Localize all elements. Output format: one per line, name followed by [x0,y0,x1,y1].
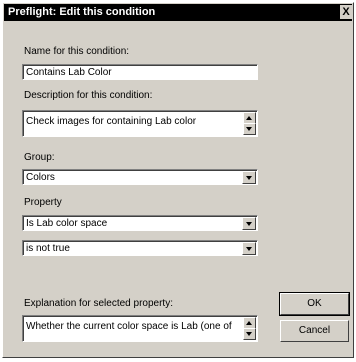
group-selected: Colors [26,172,55,183]
name-label: Name for this condition: [24,46,130,57]
name-field[interactable]: Contains Lab Color [22,64,258,80]
arrow-down-icon[interactable] [243,123,256,135]
chevron-down-icon[interactable] [242,171,256,184]
close-icon[interactable]: X [340,5,352,19]
dialog-title: Preflight: Edit this condition [8,6,156,18]
explanation-label: Explanation for selected property: [24,298,173,309]
description-scrollbar[interactable] [243,112,256,135]
property-selected: Is Lab color space [26,218,108,229]
explanation-field[interactable]: Whether the current color space is Lab (… [22,315,258,342]
cancel-button[interactable]: Cancel [280,320,349,342]
chevron-down-icon[interactable] [242,217,256,230]
explanation-value: Whether the current color space is Lab (… [26,321,232,332]
ok-button[interactable]: OK [279,292,350,316]
operator-dropdown[interactable]: is not true [22,240,258,256]
title-bar: Preflight: Edit this condition X [4,4,352,21]
description-value: Check images for containing Lab color [26,116,197,127]
chevron-down-icon[interactable] [242,242,256,255]
group-label: Group: [24,152,55,163]
description-label: Description for this condition: [24,90,153,101]
property-dropdown[interactable]: Is Lab color space [22,215,258,231]
group-dropdown[interactable]: Colors [22,169,258,185]
explanation-scrollbar[interactable] [243,317,256,340]
name-value: Contains Lab Color [26,67,112,78]
property-label: Property [24,197,62,208]
arrow-down-icon[interactable] [243,328,256,340]
operator-selected: is not true [26,243,70,254]
edit-condition-dialog: Preflight: Edit this condition X Name fo… [2,2,354,358]
description-field[interactable]: Check images for containing Lab color [22,110,258,137]
